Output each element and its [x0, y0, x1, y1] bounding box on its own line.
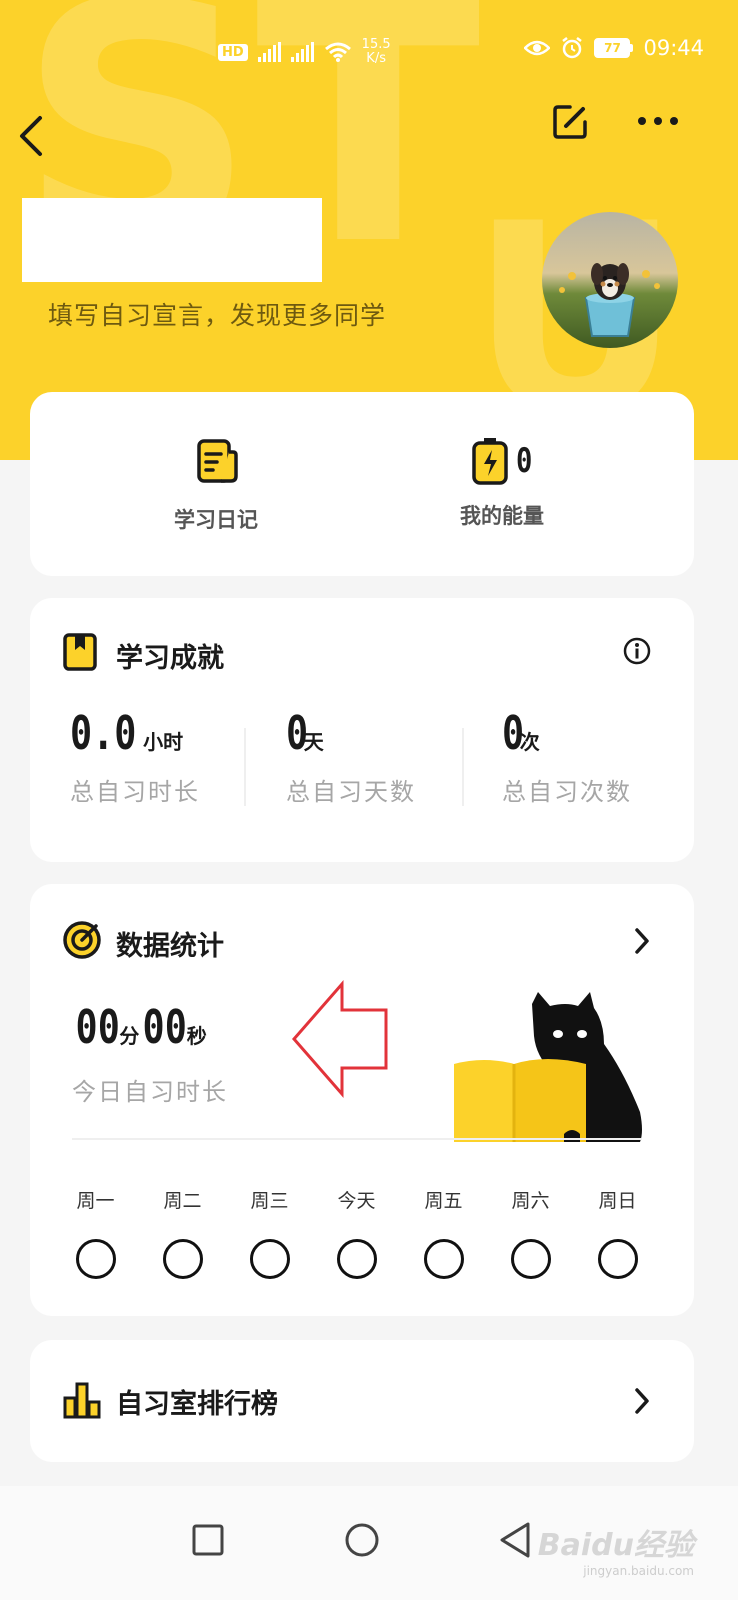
edit-icon[interactable] — [550, 102, 590, 142]
statistics-title: 数据统计 — [116, 931, 224, 962]
chevron-right-icon[interactable] — [632, 1386, 652, 1416]
divider — [462, 728, 464, 806]
back-button[interactable] — [16, 114, 46, 158]
annotation-arrow-icon — [292, 980, 388, 1098]
achievements-card: 学习成就 0.0 小时 总自习时长 0天 总自习天数 0次 总自习次数 — [30, 598, 694, 862]
manifesto-input[interactable]: 填写自习宣言，发现更多同学 — [48, 296, 386, 332]
leaderboard-title: 自习室排行榜 — [116, 1389, 278, 1420]
day-status-circle — [162, 1239, 203, 1279]
day-status-circle — [75, 1239, 116, 1279]
energy-count: 0 — [515, 441, 533, 481]
day-status-circle — [510, 1239, 551, 1279]
statistics-card[interactable]: 数据统计 00分00秒 今日自习时长 周一 周二 周三 今天 周五 周六 周日 — [30, 884, 694, 1316]
alarm-icon — [562, 37, 583, 59]
chevron-right-icon[interactable] — [632, 926, 652, 956]
total-study-hours: 0.0 小时 总自习时长 — [70, 706, 200, 806]
day-item[interactable]: 周五 — [400, 1186, 487, 1279]
eye-icon — [524, 40, 551, 56]
today-study-label: 今日自习时长 — [72, 1078, 228, 1106]
signal-icon — [290, 42, 314, 62]
home-button[interactable] — [332, 1510, 392, 1570]
total-study-days: 0天 总自习天数 — [286, 706, 416, 806]
info-icon[interactable] — [622, 636, 652, 666]
study-diary-label: 学习日记 — [174, 508, 258, 532]
avatar[interactable] — [542, 212, 678, 348]
book-icon — [63, 633, 97, 671]
diary-icon — [197, 439, 238, 483]
day-item[interactable]: 周一 — [52, 1186, 139, 1279]
wifi-icon — [324, 42, 351, 62]
more-options-button[interactable] — [636, 106, 680, 136]
energy-battery-icon — [472, 438, 508, 485]
my-energy-label: 我的能量 — [460, 504, 544, 528]
profile-header: ST U HD 15.5 K/s — [0, 0, 738, 460]
my-energy-button[interactable]: 0 我的能量 — [402, 436, 602, 530]
day-item[interactable]: 周六 — [487, 1186, 574, 1279]
day-status-circle — [336, 1239, 377, 1279]
status-bar: HD 15.5 K/s 77 09:44 — [0, 30, 738, 74]
recent-apps-button[interactable] — [178, 1510, 238, 1570]
system-nav-bar: Baidu经验 jingyan.baidu.com — [0, 1486, 738, 1600]
cat-reading-illustration — [454, 992, 642, 1142]
battery-icon: 77 — [594, 38, 634, 58]
day-item[interactable]: 周日 — [574, 1186, 661, 1279]
day-status-circle — [597, 1239, 638, 1279]
study-diary-button[interactable]: 学习日记 — [116, 436, 316, 534]
signal-icon — [257, 42, 281, 62]
username-redacted — [22, 198, 322, 282]
watermark: Baidu经验 jingyan.baidu.com — [537, 1528, 694, 1578]
clock: 09:44 — [643, 36, 704, 60]
achievements-title: 学习成就 — [116, 643, 224, 674]
day-item[interactable]: 周二 — [139, 1186, 226, 1279]
hd-badge: HD — [218, 43, 248, 61]
shortcuts-card: 学习日记 0 我的能量 — [30, 392, 694, 576]
day-status-circle — [423, 1239, 464, 1279]
today-study-timer: 00分00秒 — [75, 1000, 207, 1054]
divider — [244, 728, 246, 806]
leaderboard-card[interactable]: 自习室排行榜 — [30, 1340, 694, 1462]
day-status-circle — [249, 1239, 290, 1279]
day-item[interactable]: 周三 — [226, 1186, 313, 1279]
total-study-sessions: 0次 总自习次数 — [502, 706, 632, 806]
target-icon — [63, 921, 101, 959]
weekly-study-days: 周一 周二 周三 今天 周五 周六 周日 — [52, 1186, 672, 1279]
divider — [72, 1138, 642, 1140]
day-item-today[interactable]: 今天 — [313, 1186, 400, 1279]
network-speed: 15.5 K/s — [361, 37, 391, 66]
bar-chart-icon — [63, 1382, 101, 1419]
